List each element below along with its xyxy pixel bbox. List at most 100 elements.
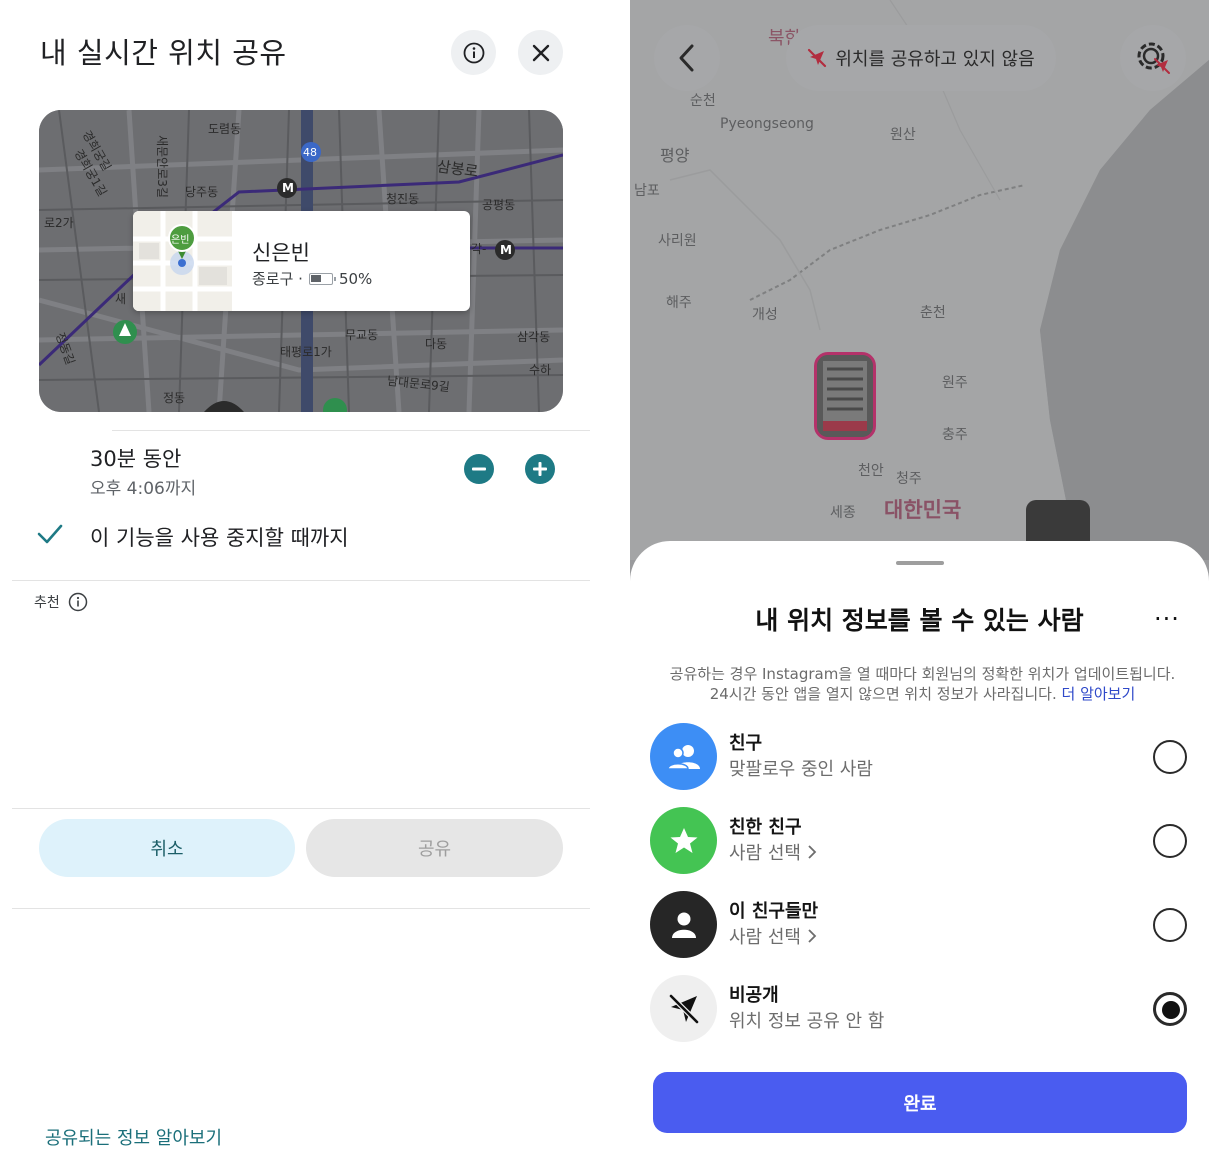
map-label: 무교동 [345, 328, 379, 342]
battery-icon [308, 272, 336, 285]
map-label: 개성 [752, 307, 778, 323]
back-button[interactable] [654, 25, 720, 91]
option-subtitle[interactable]: 사람 선택 [729, 839, 817, 865]
option-icon-wrap [650, 975, 717, 1042]
map-label: 사리원 [658, 233, 697, 249]
metro-icon: M [500, 243, 512, 257]
sharing-status-pill[interactable]: 위치를 공유하고 있지 않음 [786, 25, 1056, 91]
sharing-status-text: 위치를 공유하고 있지 않음 [835, 49, 1035, 70]
share-button[interactable]: 공유 [306, 819, 563, 877]
divider [12, 908, 590, 909]
map-label: 평양 [660, 146, 690, 165]
option-icon-wrap [650, 807, 717, 874]
district-text: 종로구 · [252, 270, 303, 288]
map-label: 충주 [942, 427, 968, 443]
option-subtitle: 위치 정보 공유 안 함 [729, 1011, 885, 1032]
close-button[interactable] [518, 30, 563, 75]
option-icon-wrap [650, 891, 717, 958]
radio-button[interactable] [1153, 740, 1187, 774]
done-button[interactable]: 완료 [653, 1072, 1187, 1133]
option-private[interactable]: 비공개 위치 정보 공유 안 함 [650, 975, 1190, 1045]
map-label: 당주동 [185, 185, 219, 199]
map-label: 새문안로3길 [154, 135, 169, 198]
option-title: 친구 [729, 733, 763, 754]
metro-icon: M [282, 181, 294, 195]
chevron-right-icon [808, 845, 817, 859]
map-label: 청진동 [386, 192, 420, 206]
map-label: 원산 [890, 127, 916, 143]
option-title: 친한 친구 [729, 817, 802, 838]
map-label: 공평동 [482, 198, 516, 212]
route-badge: 48 [303, 146, 317, 159]
recommend-label: 추천 [34, 595, 60, 611]
map-label: 각- [471, 242, 487, 256]
option-title: 이 친구들만 [729, 901, 819, 922]
map-photo-marker[interactable] [814, 352, 876, 440]
info-icon [463, 42, 484, 63]
option-friends[interactable]: 친구 맞팔로우 중인 사람 [650, 723, 1190, 793]
right-panel: 북한 순천 Pyeongseong 평양 원산 남포 사리원 해주 개성 춘천 … [630, 0, 1209, 1176]
plus-icon [533, 462, 547, 476]
divider [112, 430, 590, 431]
mini-map: 은빈 [133, 211, 232, 311]
radio-button-selected[interactable] [1153, 992, 1187, 1026]
pin-label: 은빈 [171, 235, 190, 246]
until-stopped-option[interactable]: 이 기능을 사용 중지할 때까지 [90, 522, 349, 552]
learn-more-link[interactable]: 더 알아보기 [1062, 685, 1136, 703]
option-selected-friends[interactable]: 이 친구들만 사람 선택 [650, 891, 1190, 961]
map-label: 원주 [942, 375, 968, 391]
map-label: 로2가 [44, 216, 74, 230]
location-off-icon [808, 48, 827, 68]
info-button[interactable] [451, 30, 496, 75]
gear-location-off-icon [1137, 42, 1170, 74]
map-label: 천안 [858, 463, 884, 479]
checkmark-icon [36, 522, 64, 550]
person-name: 신은빈 [252, 241, 310, 265]
visibility-bottom-sheet: 내 위치 정보를 볼 수 있는 사람 ··· 공유하는 경우 Instagram… [630, 541, 1209, 1176]
star-icon [670, 827, 697, 853]
battery-text: 50% [338, 269, 373, 288]
page-title: 내 실시간 위치 공유 [40, 36, 287, 70]
map-label: 세종 [830, 505, 856, 521]
desc-line-2: 24시간 동안 앱을 열지 않으면 위치 정보가 사라집니다. 더 알아보기 [709, 685, 1136, 703]
info-icon[interactable] [68, 592, 88, 612]
map-label: Pyeongseong [720, 116, 814, 132]
decrease-duration-button[interactable] [464, 454, 494, 484]
map-label: 남포 [634, 183, 660, 199]
map-label: 청주 [896, 471, 922, 487]
duration-until: 오후 4:06까지 [90, 479, 197, 499]
sheet-title: 내 위치 정보를 볼 수 있는 사람 [755, 606, 1084, 635]
desc-line: 공유하는 경우 Instagram을 열 때마다 회원님의 정확한 위치가 업데… [669, 665, 1176, 683]
minus-icon [472, 467, 486, 471]
people-icon [666, 744, 700, 770]
sheet-drag-handle[interactable] [896, 561, 944, 565]
map-label: 정동 [163, 391, 186, 405]
increase-duration-button[interactable] [525, 454, 555, 484]
person-details: 종로구 · 50% [252, 268, 372, 289]
map-label: 춘천 [920, 305, 946, 321]
map-label: 새 [115, 292, 127, 306]
location-off-icon [668, 993, 699, 1024]
person-icon [671, 912, 696, 938]
option-subtitle[interactable]: 사람 선택 [729, 923, 817, 949]
chevron-left-icon [679, 44, 694, 72]
map-label: 대한민국 [884, 498, 962, 522]
learn-more-link[interactable]: 공유되는 정보 알아보기 [45, 1124, 222, 1150]
map-label: 도렴동 [208, 122, 242, 136]
more-options-button[interactable]: ··· [1154, 605, 1180, 633]
option-close-friends[interactable]: 친한 친구 사람 선택 [650, 807, 1190, 877]
map-label: 태평로1가 [280, 345, 332, 359]
cancel-button[interactable]: 취소 [39, 819, 295, 877]
recommend-section: 추천 [34, 592, 88, 612]
close-icon [532, 44, 549, 61]
divider [12, 580, 590, 581]
option-icon-wrap [650, 723, 717, 790]
radio-button[interactable] [1153, 824, 1187, 858]
sheet-description: 공유하는 경우 Instagram을 열 때마다 회원님의 정확한 위치가 업데… [640, 664, 1205, 704]
duration-label[interactable]: 30분 동안 [90, 443, 181, 473]
left-panel: 내 실시간 위치 공유 도렴동 경희궁길 경희궁1길 새문안로3길 당주동 삼봉… [0, 0, 630, 1176]
settings-button[interactable] [1120, 25, 1186, 91]
location-popup[interactable]: 은빈 신은빈 종로구 · 50% [133, 211, 470, 311]
map-label: 삼각동 [517, 330, 551, 344]
radio-button[interactable] [1153, 908, 1187, 942]
